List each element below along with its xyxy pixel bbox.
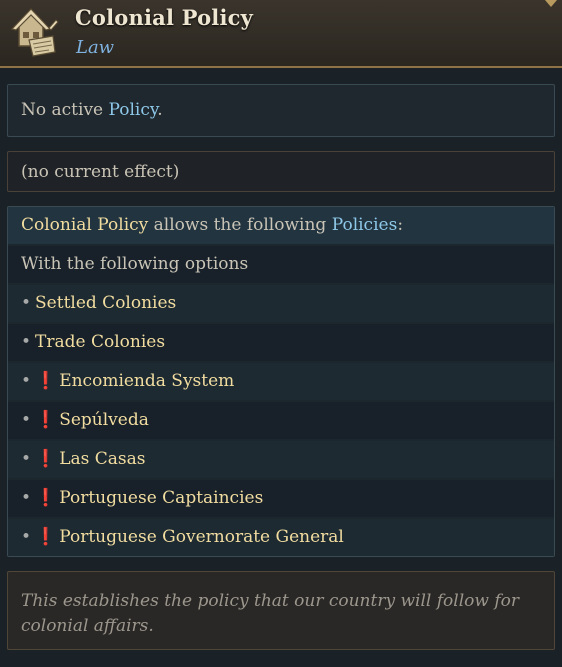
current-effect-text: (no current effect): [21, 162, 180, 182]
warning-icon: ❗: [35, 371, 57, 391]
current-effect-panel: (no current effect): [7, 151, 555, 192]
active-policy-line: No active Policy.: [21, 100, 163, 120]
allowed-policies-suffix: :: [397, 215, 404, 235]
list-item[interactable]: • Trade Colonies: [8, 324, 554, 361]
list-item[interactable]: • ❗ Portuguese Captaincies: [8, 480, 554, 517]
description-panel: This establishes the policy that our cou…: [7, 571, 555, 650]
allowed-policies-panel: Colonial Policy allows the following Pol…: [7, 206, 555, 557]
options-label-row: With the following options: [8, 246, 554, 283]
list-item[interactable]: • ❗ Portuguese Governorate General: [8, 519, 554, 556]
active-policy-panel: No active Policy.: [7, 84, 555, 137]
list-item[interactable]: • ❗ Las Casas: [8, 441, 554, 478]
list-item[interactable]: • ❗ Encomienda System: [8, 363, 554, 400]
bullet: •: [21, 527, 32, 547]
colonial-policy-link[interactable]: Colonial Policy: [21, 215, 148, 235]
policy-option-label[interactable]: Sepúlveda: [59, 410, 149, 430]
bullet: •: [21, 488, 32, 508]
allowed-policies-middle: allows the following: [148, 215, 332, 235]
description-text: This establishes the policy that our cou…: [21, 591, 519, 636]
corner-ornament-icon: [545, 0, 557, 7]
warning-icon: ❗: [35, 449, 57, 469]
policy-link[interactable]: Policy: [109, 100, 158, 120]
bullet: •: [21, 332, 32, 352]
warning-icon: ❗: [35, 410, 57, 430]
active-policy-suffix: .: [157, 100, 163, 120]
policy-option-label[interactable]: Portuguese Governorate General: [59, 527, 344, 547]
bullet: •: [21, 410, 32, 430]
options-label: With the following options: [21, 254, 249, 274]
allowed-policies-heading: Colonial Policy allows the following Pol…: [8, 207, 554, 244]
bullet: •: [21, 449, 32, 469]
tooltip-title: Colonial Policy: [75, 5, 254, 30]
warning-icon: ❗: [35, 488, 57, 508]
law-house-scroll-icon: [10, 8, 59, 57]
list-item[interactable]: • Settled Colonies: [8, 285, 554, 322]
policy-option-label[interactable]: Las Casas: [59, 449, 145, 469]
warning-icon: ❗: [35, 527, 57, 547]
bullet: •: [21, 371, 32, 391]
policy-option-label[interactable]: Trade Colonies: [35, 332, 165, 352]
tooltip-header: Colonial Policy Law: [0, 0, 562, 68]
policy-option-label[interactable]: Settled Colonies: [35, 293, 176, 313]
policy-option-label[interactable]: Portuguese Captaincies: [59, 488, 263, 508]
list-item[interactable]: • ❗ Sepúlveda: [8, 402, 554, 439]
policies-link[interactable]: Policies: [332, 215, 398, 235]
bullet: •: [21, 293, 32, 313]
policy-option-label[interactable]: Encomienda System: [59, 371, 234, 391]
tooltip-subtitle[interactable]: Law: [76, 37, 114, 58]
active-policy-prefix: No active: [21, 100, 109, 120]
